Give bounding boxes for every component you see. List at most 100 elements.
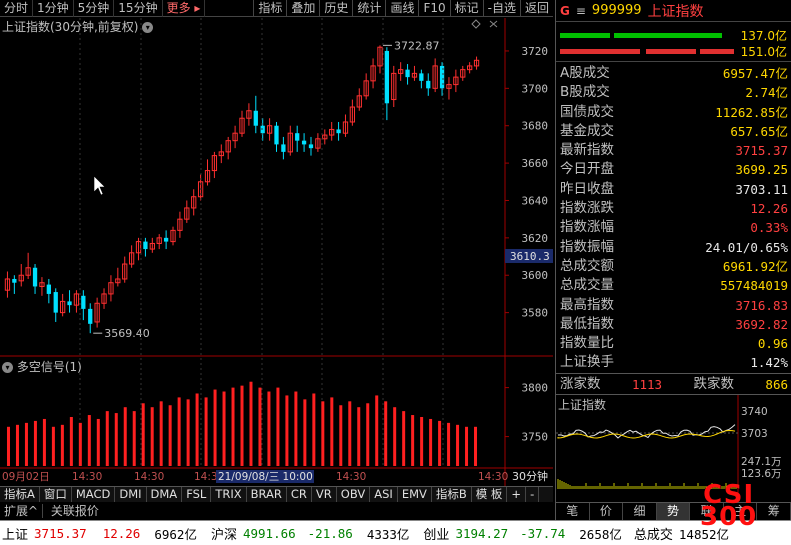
status-bar: 扩展^ 关联报价 [0,503,553,520]
candle-body [163,237,169,242]
expand-button[interactable]: 扩展^ [0,504,44,518]
signal-title-text: 多空信号(1) [16,360,82,374]
crosshair-date: 21/09/08/三 10:00 [218,471,313,483]
history-button[interactable]: 历史 [319,0,352,17]
signal-bar [456,424,460,466]
indicator-tab[interactable]: FSL [182,487,212,502]
quote-row: 指数振幅 24.01/0.65% [556,238,791,257]
signal-bar [213,389,217,466]
f10-button[interactable]: F10 [418,0,449,17]
quote-row-label: 指数涨跌 [560,200,614,217]
candle-body [301,140,307,145]
quote-row: 最新指数 3715.37 [556,141,791,160]
period-tab-1min[interactable]: 1分钟 [33,0,74,17]
ticker-sh-amount: 6962亿 [154,526,197,542]
detail-tab[interactable]: 价 [590,503,624,520]
group-marker[interactable]: G [560,4,570,18]
y-tick-label: 3700 [522,82,549,95]
quote-row: 今日开盘 3699.25 [556,160,791,179]
period-more-button[interactable]: 更多 ▸ [163,0,206,17]
indicator-tab[interactable]: TRIX [211,487,247,502]
signal-bar [51,426,55,466]
indicator-tab[interactable]: DMA [147,487,183,502]
indicator-button[interactable]: 指标 [253,0,286,17]
indicator-tab[interactable]: ASI [370,487,398,502]
ticker-cy-label[interactable]: 创业 [423,524,449,543]
signal-bar [339,405,343,466]
ticker-sh-change: 12.26 [102,525,141,541]
period-tab-timeshare[interactable]: 分时 [0,0,34,17]
signal-tick-label: 3800 [522,382,549,395]
period-tab-15min[interactable]: 15分钟 [114,0,163,17]
quote-row-label: A股成交 [560,65,610,81]
signal-bar [132,411,136,466]
signal-bar [222,391,226,466]
menu-icon[interactable]: ≡ [576,4,586,18]
self-select-button[interactable]: -自选 [482,0,520,17]
indicator-tab[interactable]: 指标B [432,487,472,502]
quote-row-label: 指数涨幅 [560,219,614,236]
period-tab-5min[interactable]: 5分钟 [74,0,115,17]
detail-tab[interactable]: 细 [623,503,657,520]
ticker-hs-label[interactable]: 沪深 [211,524,237,543]
mark-button[interactable]: 标记 [449,0,483,17]
back-button[interactable]: 返回 [519,0,553,17]
indicator-tab[interactable]: EMV [398,487,432,502]
kline-chart[interactable]: 3720 3700 3680 3660 3640 3620 3600 3580 3610.3 37… [0,18,553,486]
quote-row-value: 12.26 [750,201,788,217]
signal-bar [357,407,361,466]
quote-row: 指数量比 0.96 [556,334,791,353]
quote-row-label: 最低指数 [560,315,614,332]
related-quote-button[interactable]: 关联报价 [47,504,103,518]
signal-bar [303,399,307,466]
mouse-cursor-icon [93,175,106,196]
chevron-down-icon[interactable]: ▾ [142,22,154,33]
indicator-tab[interactable]: OBV [337,487,371,502]
buy-volume: 137.0亿 [740,29,787,43]
ticker-sh-price: 3715.37 [34,525,87,541]
mini-chart[interactable]: 上证指数 3740 3703 247.1万 123.6万 [556,394,791,495]
indicator-tab[interactable]: DMI [115,487,147,502]
draw-line-button[interactable]: 画线 [385,0,418,17]
chevron-down-icon[interactable]: ▾ [2,362,13,373]
signal-bar [402,411,406,466]
signal-bar [429,418,433,466]
indicator-tab[interactable]: BRAR [247,487,287,502]
indicator-tab[interactable]: - [526,487,540,502]
signal-bar [231,387,235,466]
detail-tab[interactable]: 筹 [757,503,791,520]
sell-bar-segment [560,49,640,54]
ticker-sh-label[interactable]: 上证 [2,524,28,543]
signal-bar [321,401,325,466]
quote-row-value: 3715.37 [735,143,788,159]
diamond-icon [471,19,481,29]
statistics-button[interactable]: 统计 [352,0,385,17]
quote-row: 指数涨幅 0.33% [556,218,791,237]
signal-bar [42,418,46,466]
quote-row-label: 指数振幅 [560,238,614,255]
indicator-tab[interactable]: + [507,487,527,502]
security-name: 上证指数 [647,3,704,20]
indicator-tab[interactable]: 指标A [0,487,40,502]
indicator-tab[interactable]: 窗口 [40,487,72,502]
indicator-tab[interactable]: VR [312,487,337,502]
quote-row-label: 指数量比 [560,335,614,352]
overlay-button[interactable]: 叠加 [286,0,319,17]
indicator-tab[interactable]: CR [287,487,312,502]
signal-bar [78,422,82,466]
quote-row-label: 国债成交 [560,103,614,120]
candle-body [308,144,314,149]
detail-tab[interactable]: 势 [656,503,691,520]
ticker-cy-amount: 2658亿 [579,526,622,542]
csi300-logo: CSI 300 [700,482,757,530]
quote-row-label: 基金成交 [560,122,614,139]
y-tick-label: 3620 [522,232,549,245]
quote-row: 总成交量 557484019 [556,276,791,295]
indicator-tab[interactable]: 模 板 [472,487,508,502]
x-axis-label: 14:30 [336,471,366,483]
detail-tab[interactable]: 笔 [556,503,590,520]
sell-bar-segment [700,49,734,54]
signal-bar [96,418,100,466]
indicator-tab[interactable]: MACD [72,487,116,502]
candle-body [419,73,424,81]
